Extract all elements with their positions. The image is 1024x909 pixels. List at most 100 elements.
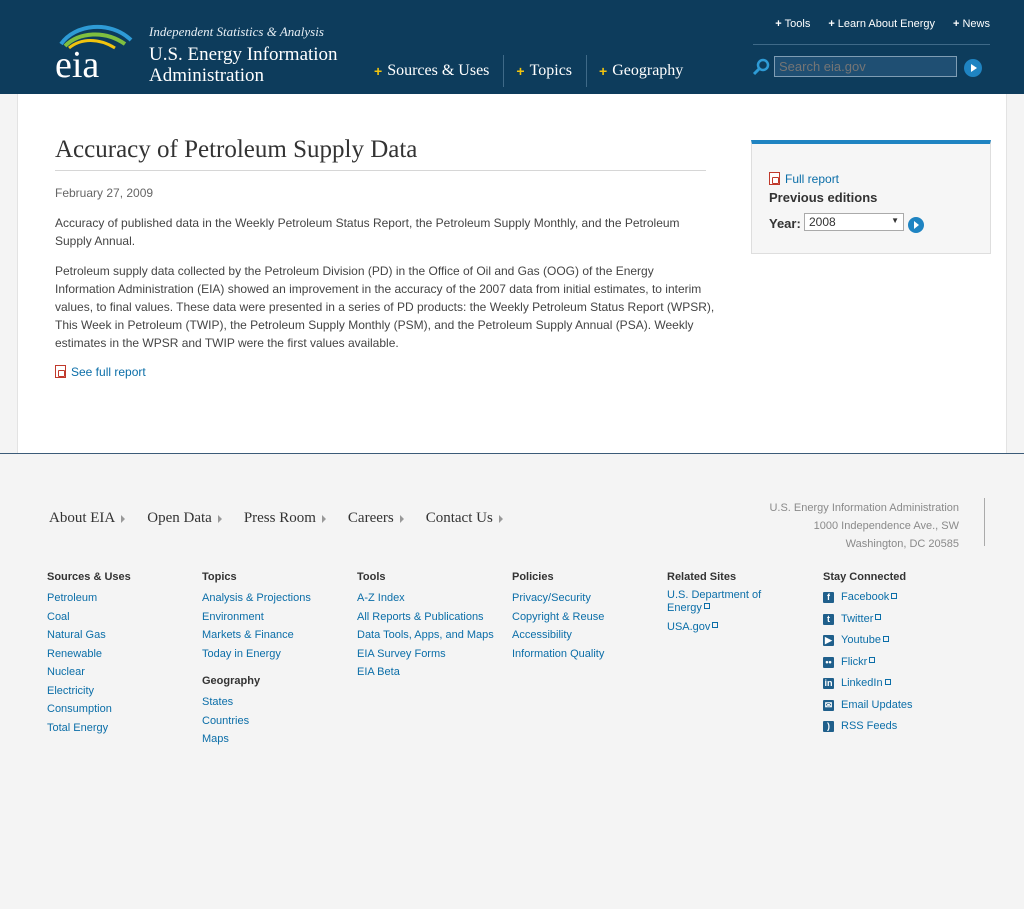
footer-link[interactable]: Coal (47, 608, 131, 627)
footer-heading: Stay Connected (823, 571, 907, 583)
footer-link[interactable]: EIA Beta (357, 663, 494, 682)
top-nav-news[interactable]: + News (953, 18, 990, 30)
address: U.S. Energy Information Administration 1… (769, 499, 959, 553)
plus-icon: + (516, 63, 525, 79)
chevron-right-icon (321, 514, 326, 523)
footer-link[interactable]: All Reports & Publications (357, 608, 494, 627)
external-link-icon (882, 635, 889, 642)
external-link-icon (884, 678, 891, 685)
chevron-right-icon (399, 514, 404, 523)
footer-nav-open-data[interactable]: Open Data (147, 510, 222, 527)
logo-text: eia (55, 44, 99, 80)
full-report-link[interactable]: Full report (785, 172, 839, 186)
footer-link[interactable]: EIA Survey Forms (357, 645, 494, 664)
social-email[interactable]: ✉ Email Updates (823, 695, 913, 717)
see-full-report: See full report (55, 365, 146, 379)
footer-divider (0, 453, 1024, 454)
footer-link[interactable]: A-Z Index (357, 589, 494, 608)
site-name[interactable]: Independent Statistics & Analysis U.S. E… (149, 24, 338, 86)
chevron-right-icon (498, 514, 503, 523)
nav-label: Sources & Uses (387, 62, 490, 79)
search-submit-button[interactable] (964, 59, 982, 77)
summary-paragraph: Accuracy of published data in the Weekly… (55, 216, 680, 248)
email-icon: ✉ (823, 699, 834, 711)
top-nav-learn[interactable]: + Learn About Energy (828, 18, 935, 30)
plus-icon: + (374, 63, 383, 79)
chevron-right-icon (217, 514, 222, 523)
publish-date: February 27, 2009 (55, 186, 154, 200)
nav-geography[interactable]: + Geography (587, 55, 697, 87)
twitter-icon: t (823, 613, 834, 625)
youtube-icon: ▶ (823, 635, 834, 647)
footer-nav-press-room[interactable]: Press Room (244, 510, 326, 527)
flickr-icon: •• (823, 656, 834, 668)
footer-link[interactable]: Natural Gas (47, 626, 131, 645)
social-facebook[interactable]: f Facebook (823, 587, 913, 609)
footer-link[interactable]: Electricity (47, 682, 131, 701)
previous-editions-heading: Previous editions (769, 190, 878, 205)
org-name-line1: U.S. Energy Information (149, 44, 338, 65)
footer-heading: Geography (202, 675, 261, 687)
footer-link[interactable]: Countries (202, 712, 311, 731)
rss-icon: ) (823, 721, 834, 733)
footer-heading: Policies (512, 571, 554, 583)
body-paragraph: Petroleum supply data collected by the P… (55, 264, 715, 350)
footer-link-usagov[interactable]: USA.gov (667, 618, 761, 637)
full-report: Full report (769, 172, 839, 186)
nav-topics[interactable]: + Topics (504, 55, 588, 87)
footer-link[interactable]: Maps (202, 730, 311, 749)
footer-col-social: Stay Connected f Facebook t Twitter ▶ Youtu… (823, 571, 913, 738)
footer-heading: Sources & Uses (47, 571, 131, 583)
footer-link[interactable]: Copyright & Reuse (512, 608, 604, 627)
site-header: eia Independent Statistics & Analysis U.… (0, 0, 1024, 94)
tagline: Independent Statistics & Analysis (149, 24, 324, 39)
social-rss[interactable]: ) RSS Feeds (823, 716, 913, 738)
footer-nav-about[interactable]: About EIA (49, 510, 126, 527)
footer-link[interactable]: Environment (202, 608, 311, 627)
footer-link[interactable]: Analysis & Projections (202, 589, 311, 608)
footer-col-sources: Sources & Uses Petroleum Coal Natural Ga… (47, 571, 131, 737)
page-title: Accuracy of Petroleum Supply Data (55, 136, 418, 163)
see-full-report-link[interactable]: See full report (71, 365, 146, 379)
year-select[interactable]: 2008 (804, 213, 904, 231)
nav-label: Topics (529, 62, 573, 79)
footer-nav-careers[interactable]: Careers (348, 510, 404, 527)
footer-link[interactable]: Data Tools, Apps, and Maps (357, 626, 494, 645)
footer-link[interactable]: Nuclear (47, 663, 131, 682)
footer-col-tools: Tools A-Z Index All Reports & Publicatio… (357, 571, 494, 682)
external-link-icon (891, 592, 898, 599)
footer-link[interactable]: Renewable (47, 645, 131, 664)
nav-sources-uses[interactable]: + Sources & Uses (362, 55, 505, 87)
footer-link[interactable]: States (202, 693, 311, 712)
footer-link-doe[interactable]: U.S. Department of Energy (667, 589, 761, 615)
search-input[interactable] (774, 56, 957, 77)
footer-link[interactable]: Accessibility (512, 626, 604, 645)
title-divider (55, 170, 706, 171)
footer-heading: Topics (202, 571, 237, 583)
utility-nav: + Tools + Learn About Energy + News (775, 18, 990, 30)
footer-link[interactable]: Petroleum (47, 589, 131, 608)
footer-col-topics: Topics Analysis & Projections Environmen… (202, 571, 311, 749)
footer-heading: Related Sites (667, 571, 737, 583)
footer-nav: About EIA Open Data Press Room Careers C… (49, 510, 503, 527)
social-youtube[interactable]: ▶ Youtube (823, 630, 913, 652)
eia-logo[interactable]: eia (55, 22, 135, 80)
social-linkedin[interactable]: in LinkedIn (823, 673, 913, 695)
top-nav-tools[interactable]: + Tools (775, 18, 810, 30)
address-line: Washington, DC 20585 (845, 538, 959, 550)
footer-link[interactable]: Information Quality (512, 645, 604, 664)
year-go-button[interactable] (908, 217, 924, 233)
social-flickr[interactable]: •• Flickr (823, 652, 913, 674)
footer-link[interactable]: Privacy/Security (512, 589, 604, 608)
external-link-icon (703, 603, 710, 609)
social-twitter[interactable]: t Twitter (823, 609, 913, 631)
footer-link[interactable]: Today in Energy (202, 645, 311, 664)
search-icon (752, 58, 770, 76)
footer-link[interactable]: Markets & Finance (202, 626, 311, 645)
address-divider (984, 498, 985, 546)
footer-link[interactable]: Total Energy (47, 719, 131, 738)
linkedin-icon: in (823, 678, 834, 690)
footer-nav-contact[interactable]: Contact Us (426, 510, 503, 527)
footer-link[interactable]: Consumption (47, 700, 131, 719)
header-divider (753, 44, 990, 45)
